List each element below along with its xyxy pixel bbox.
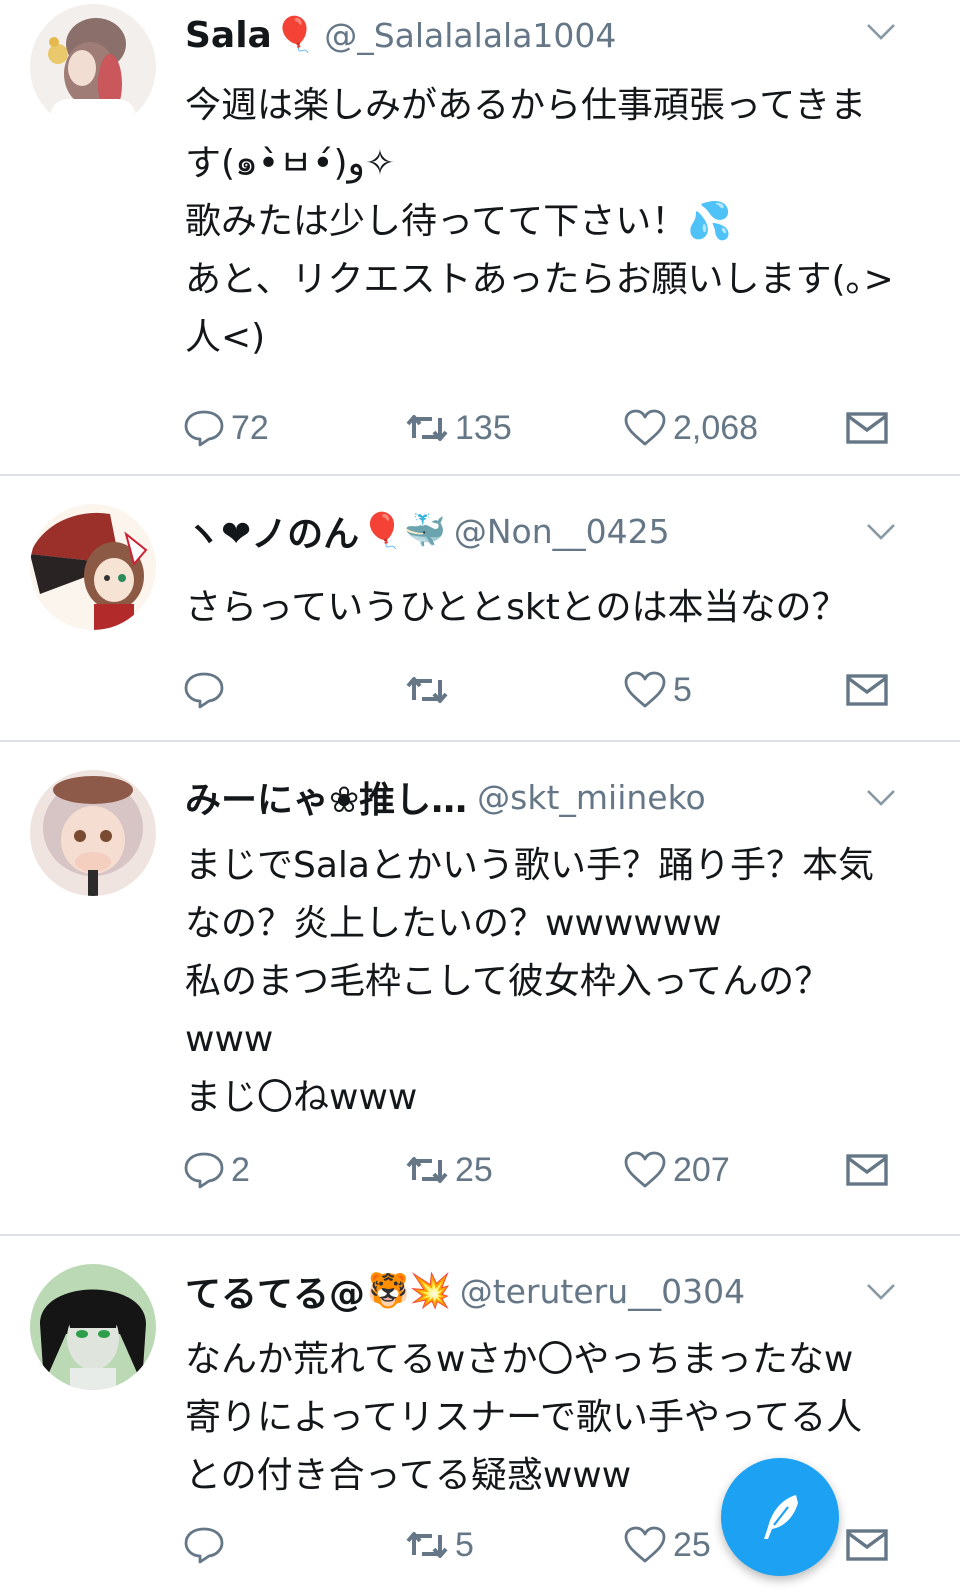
chevron-down-icon[interactable] bbox=[864, 780, 898, 814]
like-count: 2,068 bbox=[673, 408, 759, 447]
like-button[interactable]: 207 bbox=[623, 1145, 730, 1195]
display-name[interactable]: みーにゃ❀推し… bbox=[185, 771, 467, 823]
tweet-actions: 72 135 2,068 bbox=[183, 403, 903, 453]
tweet-actions: 2 25 207 bbox=[183, 1145, 903, 1195]
display-name[interactable]: ヽ❤ノのん bbox=[185, 505, 359, 557]
display-name[interactable]: Sala bbox=[185, 15, 272, 56]
envelope-icon bbox=[846, 1529, 888, 1561]
retweet-icon bbox=[406, 677, 448, 703]
name-emoji: 🎈 bbox=[273, 15, 317, 55]
retweet-button[interactable]: 25 bbox=[405, 1145, 493, 1195]
like-button[interactable]: 25 bbox=[623, 1520, 711, 1570]
direct-message-button[interactable] bbox=[845, 665, 889, 715]
retweet-button[interactable] bbox=[405, 665, 455, 715]
tweet-actions: 5 bbox=[183, 665, 903, 715]
tweet-header: みーにゃ❀推し… @skt_miineko bbox=[185, 772, 706, 822]
retweet-icon bbox=[406, 1157, 448, 1183]
direct-message-button[interactable] bbox=[845, 1520, 889, 1570]
display-name[interactable]: てるてる@ bbox=[185, 1265, 365, 1317]
like-count: 207 bbox=[673, 1150, 730, 1189]
retweet-count: 25 bbox=[455, 1150, 493, 1189]
retweet-button[interactable]: 5 bbox=[405, 1520, 474, 1570]
envelope-icon bbox=[846, 1154, 888, 1186]
like-count: 25 bbox=[673, 1525, 711, 1564]
tweet-text: さらっていうひととsktとのは本当なの？ bbox=[185, 587, 848, 628]
chevron-down-icon[interactable] bbox=[864, 14, 898, 48]
envelope-icon bbox=[846, 412, 888, 444]
reply-button[interactable] bbox=[183, 665, 231, 715]
handle[interactable]: @Non__0425 bbox=[454, 512, 670, 551]
name-emoji: 🐯💥 bbox=[367, 1271, 452, 1311]
chevron-down-icon[interactable] bbox=[864, 514, 898, 548]
tweet-text: 今週は楽しみがあるから仕事頑張ってきま す(๑•̀ㅂ•́)و✧ 歌みたは少し待っ… bbox=[185, 85, 894, 358]
avatar[interactable] bbox=[30, 504, 156, 630]
heart-icon bbox=[624, 1526, 666, 1563]
retweet-count: 5 bbox=[455, 1525, 474, 1564]
direct-message-button[interactable] bbox=[845, 403, 889, 453]
reply-button[interactable]: 2 bbox=[183, 1145, 250, 1195]
avatar[interactable] bbox=[30, 1264, 156, 1390]
retweet-button[interactable]: 135 bbox=[405, 403, 512, 453]
tweet-header: ヽ❤ノのん 🎈🐳 @Non__0425 bbox=[185, 506, 670, 556]
heart-icon bbox=[624, 671, 666, 708]
handle[interactable]: @_Salalalala1004 bbox=[324, 16, 616, 55]
chevron-down-icon[interactable] bbox=[864, 1274, 898, 1308]
compose-tweet-button[interactable] bbox=[721, 1458, 839, 1576]
retweet-icon bbox=[406, 1532, 448, 1558]
like-count: 5 bbox=[673, 670, 692, 709]
reply-icon bbox=[184, 672, 224, 709]
reply-icon bbox=[184, 1527, 224, 1564]
like-button[interactable]: 2,068 bbox=[623, 403, 758, 453]
tweet[interactable]: Sala 🎈 @_Salalalala1004 今週は楽しみがあるから仕事頑張っ… bbox=[0, 0, 960, 474]
tweet[interactable]: ヽ❤ノのん 🎈🐳 @Non__0425 さらっていうひととsktとのは本当なの？… bbox=[0, 476, 960, 740]
direct-message-button[interactable] bbox=[845, 1145, 889, 1195]
name-emoji: 🎈🐳 bbox=[361, 511, 446, 551]
reply-icon bbox=[184, 1152, 224, 1189]
reply-icon bbox=[184, 410, 224, 447]
avatar[interactable] bbox=[30, 4, 156, 130]
feather-icon bbox=[764, 1495, 798, 1539]
avatar[interactable] bbox=[30, 770, 156, 896]
retweet-count: 135 bbox=[455, 408, 512, 447]
tweet-header: てるてる@ 🐯💥 @teruteru__0304 bbox=[185, 1266, 745, 1316]
tweet-text: まじでSalaとかいう歌い手？踊り手？本気 なの？炎上したいの？wwwwww 私… bbox=[185, 845, 874, 1118]
envelope-icon bbox=[846, 674, 888, 706]
reply-count: 72 bbox=[231, 408, 269, 447]
handle[interactable]: @teruteru__0304 bbox=[460, 1272, 745, 1311]
handle[interactable]: @skt_miineko bbox=[477, 778, 706, 817]
reply-count: 2 bbox=[231, 1150, 250, 1189]
reply-button[interactable]: 72 bbox=[183, 403, 269, 453]
retweet-icon bbox=[406, 415, 448, 441]
reply-button[interactable] bbox=[183, 1520, 231, 1570]
like-button[interactable]: 5 bbox=[623, 665, 692, 715]
tweet[interactable]: みーにゃ❀推し… @skt_miineko まじでSalaとかいう歌い手？踊り手… bbox=[0, 742, 960, 1234]
heart-icon bbox=[624, 409, 666, 446]
tweet-header: Sala 🎈 @_Salalalala1004 bbox=[185, 10, 616, 60]
heart-icon bbox=[624, 1151, 666, 1188]
